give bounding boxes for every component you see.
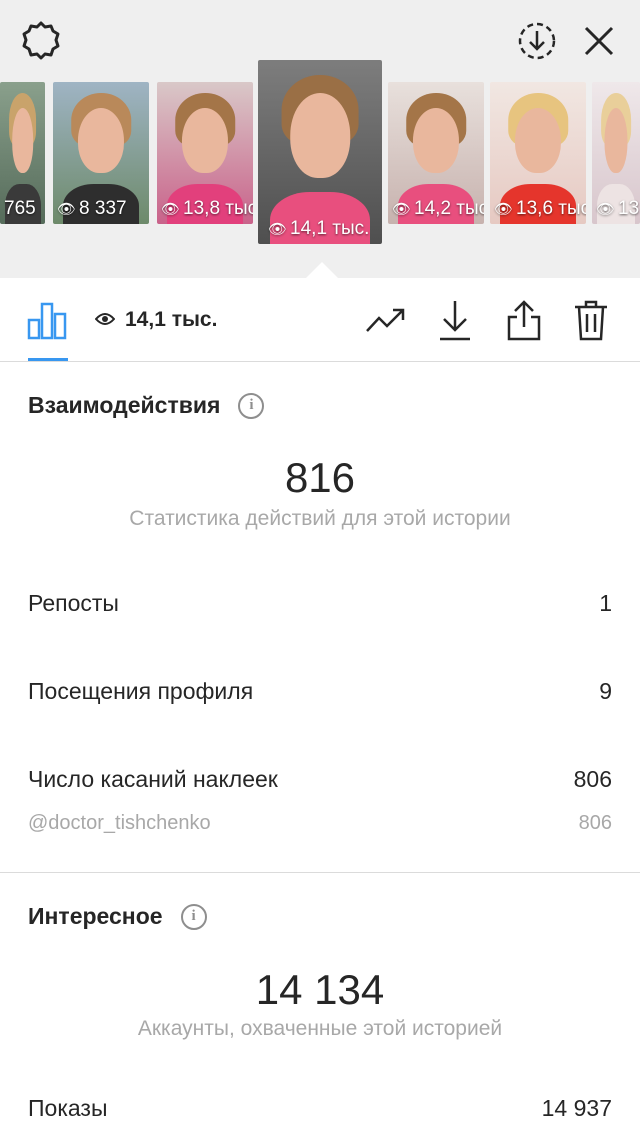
mention-label: @doctor_tishchenko [28,812,211,834]
story-views: 👁14,2 тыс. [392,198,484,219]
story-thumbnail[interactable]: 👁 8 337 [53,82,149,224]
story-thumbnail[interactable]: 👁13,8 тыс. [157,82,253,224]
share-icon[interactable] [502,298,546,342]
eye-icon: 👁 [494,201,514,218]
stat-label: Посещения профиля [28,678,254,704]
story-thumbnail[interactable]: 👁14,2 тыс. [388,82,484,224]
interactions-caption: Статистика действий для этой истории [129,507,511,530]
views-summary: 14,1 тыс. [94,308,218,332]
stat-row-profile-visits: Посещения профиля 9 [28,678,612,705]
eye-icon: 👁 [268,221,288,238]
gear-icon[interactable] [18,18,64,64]
stat-label: Репосты [28,590,119,616]
discovery-title: Интересное i [28,903,207,930]
discovery-total: 14 134 [255,966,385,1013]
story-strip: 765 👁8 337 👁13,8 тыс. 👁14,1 тыс. 👁14,2 т… [0,0,640,278]
stat-row-reposts: Репосты 1 [28,590,612,617]
trash-icon[interactable] [569,298,613,342]
info-icon[interactable]: i [238,392,265,419]
stat-value: 14 937 [541,1095,612,1121]
section-divider [0,872,640,873]
download-icon[interactable] [433,298,477,342]
story-views: 👁 13 [596,198,640,219]
eye-icon: 👁 [596,201,616,218]
eye-icon [94,308,116,332]
eye-icon: 👁 [57,201,77,218]
stat-value: 1 [599,590,612,616]
bar-chart-icon[interactable] [25,298,69,342]
story-toolbar: 14,1 тыс. [0,278,640,362]
eye-icon: 👁 [392,201,412,218]
stat-row-sticker-taps: Число касаний наклеек 806 [28,766,612,793]
stat-label: Показы [28,1095,108,1121]
close-icon[interactable] [576,18,622,64]
download-circle-icon[interactable] [514,18,560,64]
eye-icon: 👁 [161,201,181,218]
info-icon[interactable]: i [180,903,207,930]
selection-pointer [306,262,338,278]
stat-value: 806 [573,766,612,792]
stat-value: 9 [599,678,612,704]
mention-value: 806 [578,812,612,834]
story-thumbnail[interactable]: 765 [0,82,45,224]
interactions-total: 816 [284,454,356,501]
story-views: 👁 8 337 [57,198,127,219]
active-tab-indicator [28,358,68,361]
story-thumbnail-selected[interactable]: 👁 14,1 тыс. [258,60,382,244]
stat-label: Число касаний наклеек [28,766,278,792]
story-views: 👁13,6 тыс. [494,198,586,219]
views-count: 14,1 тыс. [125,308,218,331]
story-views: 👁 14,1 тыс. [268,218,370,239]
story-thumbnail[interactable]: 👁13,6 тыс. [490,82,586,224]
stat-subrow-mention[interactable]: @doctor_tishchenko 806 [28,812,612,835]
trend-icon[interactable] [364,298,408,342]
story-views: 765 [4,198,36,219]
stat-row-impressions: Показы 14 937 [28,1095,612,1122]
story-thumbnail[interactable]: 👁 13 [592,82,640,224]
story-views: 👁13,8 тыс. [161,198,253,219]
interactions-title: Взаимодействия i [28,392,265,419]
discovery-caption: Аккаунты, охваченные этой историей [137,1017,503,1040]
